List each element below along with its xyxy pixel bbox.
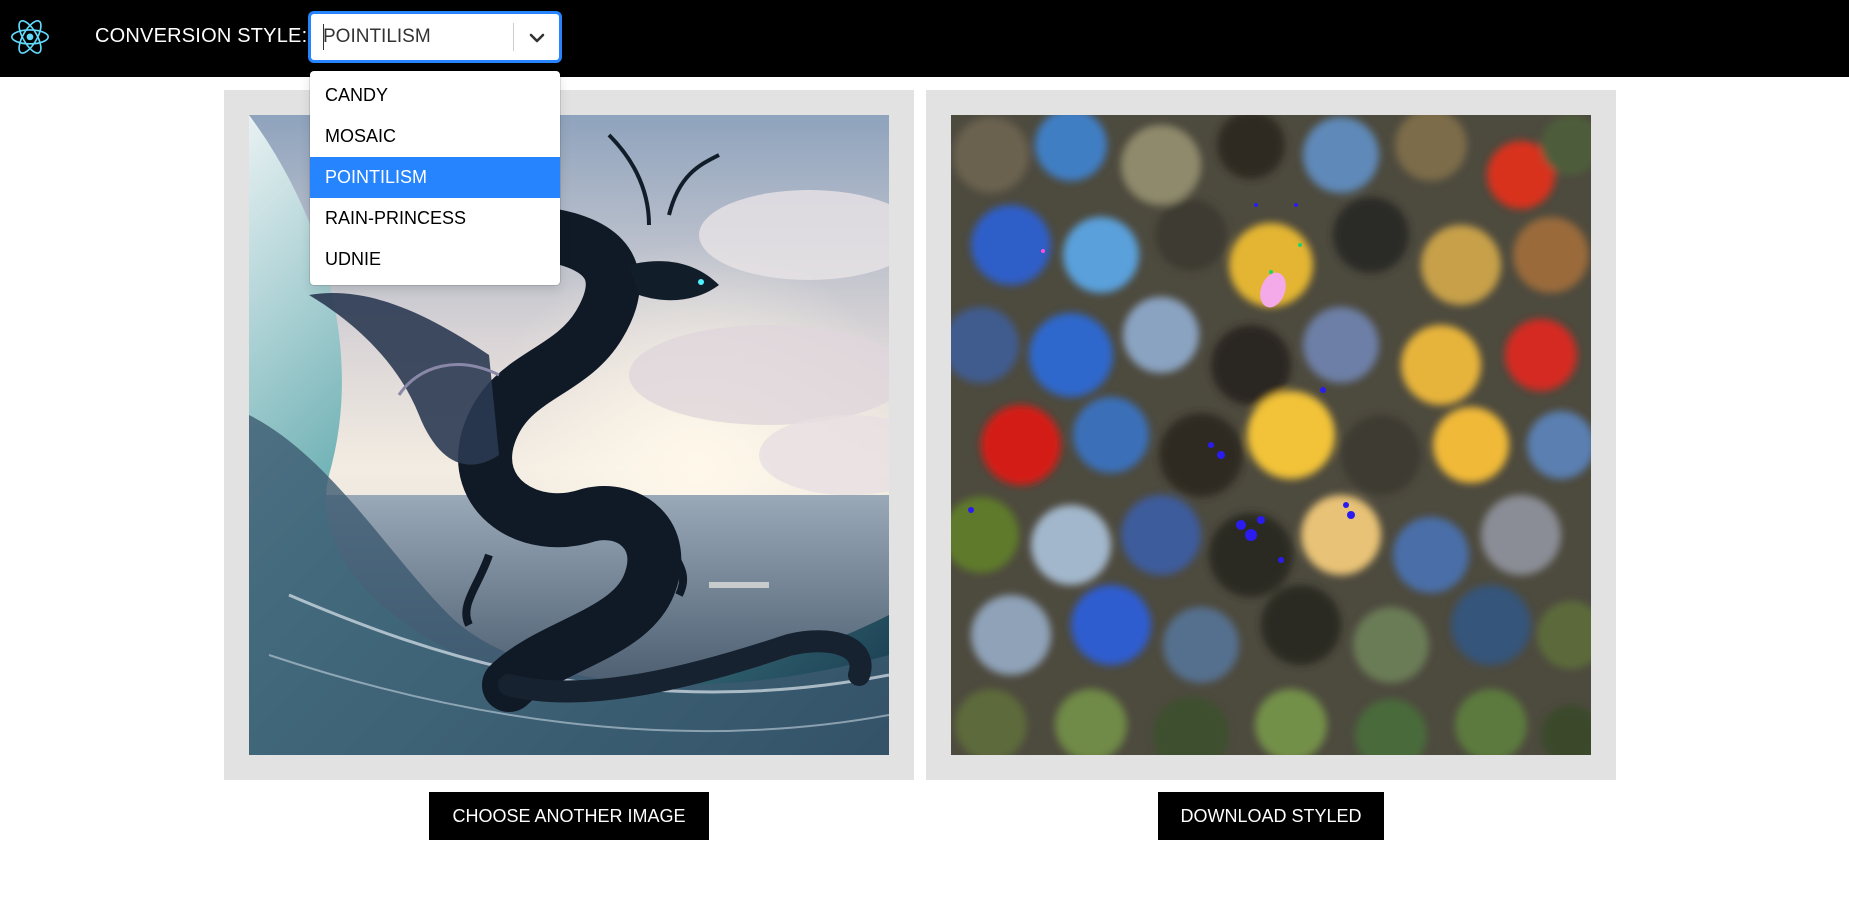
style-select[interactable]: POINTILISM bbox=[309, 12, 561, 62]
option-candy[interactable]: CANDY bbox=[310, 75, 560, 116]
style-dropdown-menu: CANDY MOSAIC POINTILISM RAIN-PRINCESS UD… bbox=[310, 71, 560, 285]
option-mosaic[interactable]: MOSAIC bbox=[310, 116, 560, 157]
option-pointilism[interactable]: POINTILISM bbox=[310, 157, 560, 198]
option-rain-princess[interactable]: RAIN-PRINCESS bbox=[310, 198, 560, 239]
select-value: POINTILISM bbox=[323, 26, 431, 47]
download-styled-button[interactable]: DOWNLOAD STYLED bbox=[1158, 792, 1384, 840]
chevron-down-icon[interactable] bbox=[525, 26, 549, 50]
choose-another-image-button[interactable]: CHOOSE ANOTHER IMAGE bbox=[429, 792, 709, 840]
select-separator bbox=[513, 23, 514, 51]
styled-image-panel bbox=[926, 90, 1616, 780]
top-bar: CONVERSION STYLE: POINTILISM bbox=[0, 0, 1849, 77]
conversion-style-label: CONVERSION STYLE: bbox=[95, 25, 308, 47]
styled-image bbox=[951, 115, 1591, 755]
react-atom-icon bbox=[11, 19, 49, 54]
option-udnie[interactable]: UDNIE bbox=[310, 239, 560, 280]
